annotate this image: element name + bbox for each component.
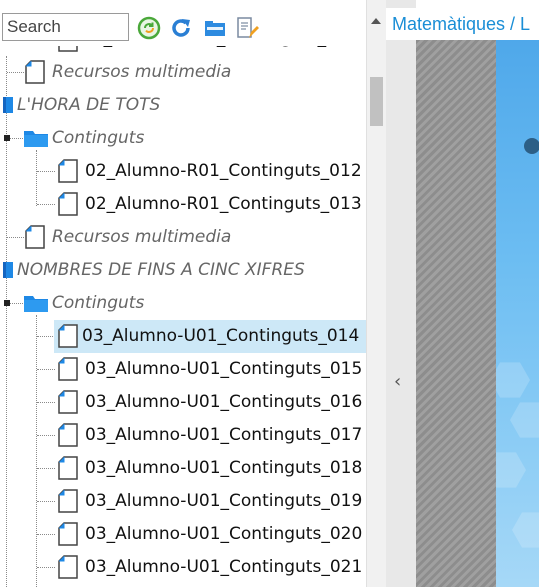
- tree-item-label: Recursos multimedia: [52, 227, 232, 247]
- tree-item-label: L'HORA DE TOTS: [17, 95, 161, 115]
- hex-decoration: [496, 362, 530, 398]
- folder-icon: [23, 293, 49, 313]
- file-icon: [58, 456, 78, 480]
- tree-item-folder[interactable]: Continguts: [0, 122, 366, 155]
- tree-item-file[interactable]: 03_Alumno-U01_Continguts_015: [0, 353, 366, 386]
- tree-item-label: 03_Alumno-U01_Continguts_021: [85, 557, 363, 577]
- folder-icon[interactable]: [203, 16, 227, 40]
- tree-item-label: 03_Alumno-U01_Continguts_016: [85, 392, 363, 412]
- tree-toolbar: [0, 0, 366, 46]
- tree-item-book[interactable]: NOMBRES DE FINS A CINC XIFRES: [0, 254, 366, 287]
- tree-item-file[interactable]: 03_Alumno-U01_Continguts_021: [0, 551, 366, 584]
- hex-decoration: [510, 402, 539, 438]
- file-icon: [58, 357, 78, 381]
- tree-item-file[interactable]: 02_Alumno-R01_Continguts_013: [0, 188, 366, 221]
- file-icon: [58, 390, 78, 414]
- tree-item-recursos-multimedia[interactable]: Recursos multimedia: [0, 221, 366, 254]
- tree-item-recursos-multimedia[interactable]: Recursos multimedia: [0, 56, 366, 89]
- book-icon: [2, 96, 14, 114]
- refresh-icon[interactable]: [169, 16, 193, 40]
- panel-splitter[interactable]: ‹: [386, 0, 416, 587]
- page-preview: [496, 40, 539, 587]
- tree-item-label: 02_Alumno-R01_Continguts_013: [85, 194, 362, 214]
- file-icon: [58, 324, 78, 348]
- preview-margin: [416, 40, 496, 587]
- tree-item-label: 03_Alumno-U01_Continguts_017: [85, 425, 363, 445]
- tree-item-file[interactable]: 03_Alumno-U01_Continguts_020: [0, 518, 366, 551]
- document-edit-icon[interactable]: [235, 16, 259, 40]
- tree-scrollbar[interactable]: [366, 0, 386, 587]
- file-icon: [25, 225, 45, 249]
- collapse-panel-icon[interactable]: ‹: [394, 372, 401, 392]
- hex-decoration: [512, 512, 539, 548]
- tree-item-label: 03_Alumno-U01_Continguts_018: [85, 458, 363, 478]
- tree-item-file[interactable]: 02_Alumno-R01_Continguts_012: [0, 155, 366, 188]
- tree-item-folder[interactable]: Continguts: [0, 287, 366, 320]
- folder-icon: [23, 128, 49, 148]
- tree-item-label: Recursos multimedia: [52, 62, 232, 82]
- breadcrumb[interactable]: Matemàtiques / L: [386, 8, 539, 40]
- tree-item-label: 03_Alumno-U01_Continguts_015: [85, 359, 363, 379]
- tree-view: 03_Alumno-R01_Continguts_012 Recursos mu…: [0, 0, 366, 587]
- file-icon: [58, 423, 78, 447]
- scroll-up-arrow-icon[interactable]: [371, 18, 381, 24]
- file-icon: [58, 159, 78, 183]
- book-icon: [2, 261, 14, 279]
- tree-item-label: Continguts: [52, 128, 145, 148]
- preview-graphic: [524, 138, 539, 154]
- tree-item-label: 03_Alumno-U01_Continguts_020: [85, 524, 363, 544]
- tree-item-label: NOMBRES DE FINS A CINC XIFRES: [17, 260, 305, 280]
- tree-item-book[interactable]: L'HORA DE TOTS: [0, 89, 366, 122]
- tree-item-label: 03_Alumno-U01_Continguts_019: [85, 491, 363, 511]
- tree-item-file[interactable]: 03_Alumno-U01_Continguts_019: [0, 485, 366, 518]
- tree-item-file[interactable]: 03_Alumno-U01_Continguts_016: [0, 386, 366, 419]
- file-icon: [58, 489, 78, 513]
- tree-item-file-selected[interactable]: 03_Alumno-U01_Continguts_014: [0, 320, 366, 353]
- file-icon: [25, 60, 45, 84]
- tree-panel: 03_Alumno-R01_Continguts_012 Recursos mu…: [0, 0, 386, 587]
- hex-decoration: [496, 452, 526, 488]
- sync-icon[interactable]: [137, 16, 161, 40]
- scrollbar-thumb[interactable]: [370, 77, 383, 126]
- tree-item-label: Continguts: [52, 293, 145, 313]
- tree-item-file[interactable]: 03_Alumno-U01_Continguts_018: [0, 452, 366, 485]
- tree-item-file[interactable]: 03_Alumno-U01_Continguts_017: [0, 419, 366, 452]
- file-icon: [58, 192, 78, 216]
- search-input[interactable]: [2, 13, 129, 41]
- tree-item-label: 03_Alumno-U01_Continguts_014: [82, 326, 360, 346]
- content-panel: ‹ Matemàtiques / L: [386, 0, 539, 587]
- tree-item-label: 02_Alumno-R01_Continguts_012: [85, 161, 362, 181]
- file-icon: [58, 522, 78, 546]
- file-icon: [58, 555, 78, 579]
